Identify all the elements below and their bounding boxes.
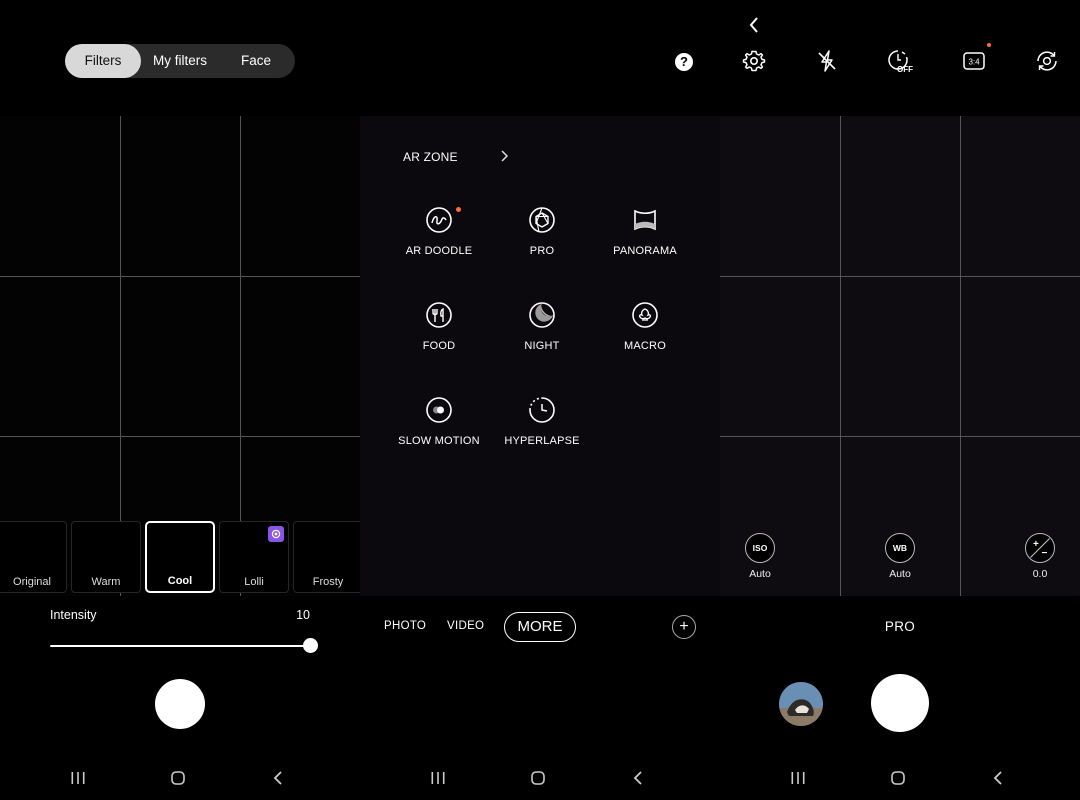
filter-tile-warm[interactable]: Warm: [71, 521, 141, 593]
camera-mode-bar: PHOTO VIDEO MORE +: [360, 612, 720, 642]
wb-badge: WB: [885, 533, 915, 563]
mode-tab-more[interactable]: MORE: [504, 612, 576, 642]
back-icon[interactable]: [628, 768, 648, 788]
mode-label: PRO: [529, 245, 555, 257]
white-balance-control[interactable]: WB Auto: [870, 533, 930, 583]
back-icon[interactable]: [988, 768, 1008, 788]
recent-apps-icon[interactable]: [788, 768, 808, 788]
ar-zone-link[interactable]: AR ZONE: [403, 150, 458, 164]
chevron-right-icon[interactable]: [499, 149, 509, 166]
grid-line: [720, 436, 1080, 437]
more-modes-panel: ? AR ZONE AR DOODLE PRO PANORAMA FOOD NI…: [360, 0, 720, 800]
help-icon[interactable]: ?: [675, 53, 693, 71]
exposure-icon: + −: [1025, 533, 1055, 563]
add-mode-icon[interactable]: +: [672, 615, 696, 639]
filter-label: Cool: [167, 575, 193, 587]
filter-label: Original: [13, 576, 51, 588]
home-icon[interactable]: [888, 768, 908, 788]
filter-label: Warm: [91, 576, 121, 588]
mode-hyperlapse[interactable]: HYPERLAPSE: [492, 396, 592, 456]
mode-label: MACRO: [624, 340, 666, 352]
pro-mode-panel: OFF 3:4 ISO Auto WB Auto + − 0.0 PRO: [720, 0, 1080, 800]
gallery-thumbnail[interactable]: [779, 682, 823, 726]
recent-apps-icon[interactable]: [428, 768, 448, 788]
slider-handle[interactable]: [303, 638, 318, 653]
mode-panorama[interactable]: PANORAMA: [595, 206, 695, 266]
svg-text:−: −: [1042, 548, 1048, 559]
iso-badge: ISO: [745, 533, 775, 563]
intensity-label: Intensity: [50, 608, 97, 622]
tab-face[interactable]: Face: [219, 44, 293, 78]
filter-tile-frosty[interactable]: Frosty: [293, 521, 360, 593]
filter-tile-lolli[interactable]: Lolli: [219, 521, 289, 593]
filters-panel: Filters My filters Face Original Warm Co…: [0, 0, 360, 800]
grid-line: [720, 276, 1080, 277]
mode-food[interactable]: FOOD: [389, 301, 489, 361]
filter-label: Frosty: [312, 576, 344, 588]
filter-segmented-control: Filters My filters Face: [65, 44, 295, 78]
switch-camera-icon[interactable]: [1034, 48, 1060, 74]
filter-tile-cool[interactable]: Cool: [145, 521, 215, 593]
home-icon[interactable]: [528, 768, 548, 788]
tab-my-filters[interactable]: My filters: [143, 44, 217, 78]
mode-pro[interactable]: PRO: [492, 206, 592, 266]
mode-ar-doodle[interactable]: AR DOODLE: [389, 206, 489, 266]
filter-strip: Original Warm Cool Lolli Frosty: [0, 521, 360, 593]
slow-motion-icon: [426, 397, 452, 423]
grid-line: [840, 116, 841, 596]
iso-value: Auto: [749, 568, 771, 580]
mode-label: SLOW MOTION: [398, 435, 480, 447]
hyperlapse-icon: [529, 397, 555, 423]
mode-tab-video[interactable]: VIDEO: [447, 620, 484, 632]
mode-tab-photo[interactable]: PHOTO: [384, 620, 426, 632]
home-icon[interactable]: [168, 768, 188, 788]
grid-line: [0, 436, 360, 437]
ratio-icon[interactable]: 3:4: [961, 48, 987, 74]
panorama-icon: [634, 209, 656, 231]
system-nav-bar: [0, 760, 360, 796]
flash-off-icon[interactable]: [814, 48, 840, 74]
intensity-slider[interactable]: [50, 638, 318, 653]
settings-icon[interactable]: [741, 48, 767, 74]
grid-line: [0, 276, 360, 277]
exposure-control[interactable]: + − 0.0: [1010, 533, 1070, 583]
moon-icon: [529, 302, 555, 328]
exposure-value: 0.0: [1032, 568, 1048, 580]
grid-line: [960, 116, 961, 596]
svg-text:+: +: [1033, 539, 1039, 550]
system-nav-bar: [720, 760, 1080, 796]
mode-macro[interactable]: MACRO: [595, 301, 695, 361]
back-icon[interactable]: [268, 768, 288, 788]
mode-label: AR DOODLE: [405, 245, 473, 257]
intensity-value: 10: [296, 608, 310, 622]
mode-night[interactable]: NIGHT: [492, 301, 592, 361]
mode-label: HYPERLAPSE: [504, 435, 580, 447]
new-badge: [456, 207, 461, 212]
tab-filters[interactable]: Filters: [65, 44, 141, 78]
download-icon: [268, 526, 284, 542]
shutter-button[interactable]: [155, 679, 205, 729]
food-icon: [426, 302, 452, 328]
current-mode-label[interactable]: PRO: [720, 619, 1080, 634]
new-badge: [987, 43, 991, 47]
flower-icon: [632, 302, 658, 328]
wb-value: Auto: [889, 568, 911, 580]
filter-label: Lolli: [244, 576, 264, 588]
timer-off-text: OFF: [897, 65, 913, 74]
viewfinder[interactable]: [720, 116, 1080, 596]
mode-slow-motion[interactable]: SLOW MOTION: [389, 396, 489, 456]
ratio-text: 3:4: [968, 57, 980, 66]
mode-label: NIGHT: [524, 340, 560, 352]
timer-off-icon[interactable]: OFF: [886, 48, 916, 74]
shutter-button[interactable]: [871, 674, 929, 732]
recent-apps-icon[interactable]: [68, 768, 88, 788]
mode-label: FOOD: [422, 340, 456, 352]
mode-label: PANORAMA: [613, 245, 677, 257]
ar-doodle-icon: [426, 207, 452, 233]
filter-tile-original[interactable]: Original: [0, 521, 67, 593]
system-nav-bar: [360, 760, 720, 796]
collapse-arrow-icon[interactable]: [744, 14, 764, 36]
iso-control[interactable]: ISO Auto: [730, 533, 790, 583]
aperture-icon: [529, 207, 555, 233]
